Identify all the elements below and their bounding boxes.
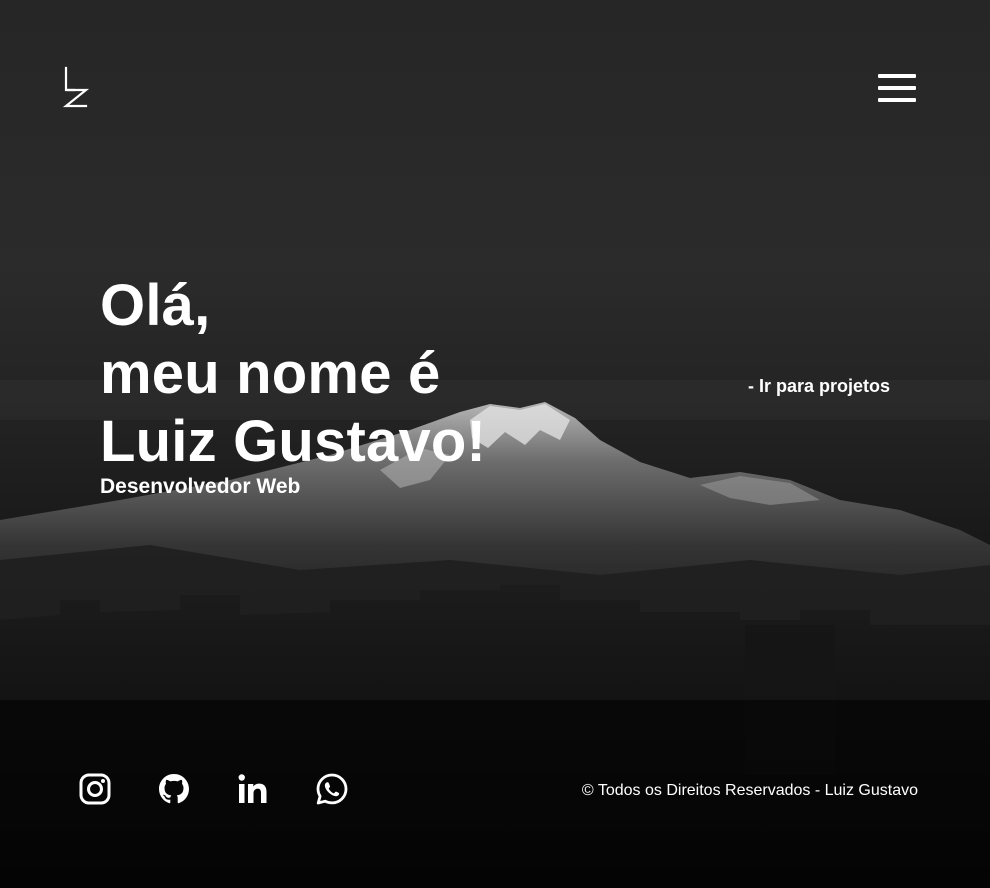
social-links [78,772,349,806]
menu-bar [878,74,916,78]
hero-subtitle: Desenvolvedor Web [100,475,301,498]
copyright-text: © Todos os Direitos Reservados - Luiz Gu… [581,782,918,799]
instagram-link[interactable] [78,772,112,806]
page: Olá, meu nome é Luiz Gustavo! Desenvolve… [0,0,990,888]
hamburger-menu-icon[interactable] [876,72,918,106]
projects-link[interactable]: - Ir para projetos [748,375,890,397]
github-icon [159,774,189,804]
hero-section: Olá, meu nome é Luiz Gustavo! Desenvolve… [100,272,486,500]
hero-name-intro: meu nome é [100,341,441,406]
menu-bar [878,98,916,102]
instagram-icon [79,773,111,805]
hero-name: Luiz Gustavo! [100,409,487,474]
whatsapp-icon [316,773,348,805]
linkedin-link[interactable] [236,772,270,806]
whatsapp-link[interactable] [315,772,349,806]
lz-monogram-logo[interactable] [62,66,90,108]
linkedin-icon [238,774,267,803]
hero-greeting: Olá, [100,273,211,338]
menu-bar [878,86,916,90]
github-link[interactable] [157,772,191,806]
